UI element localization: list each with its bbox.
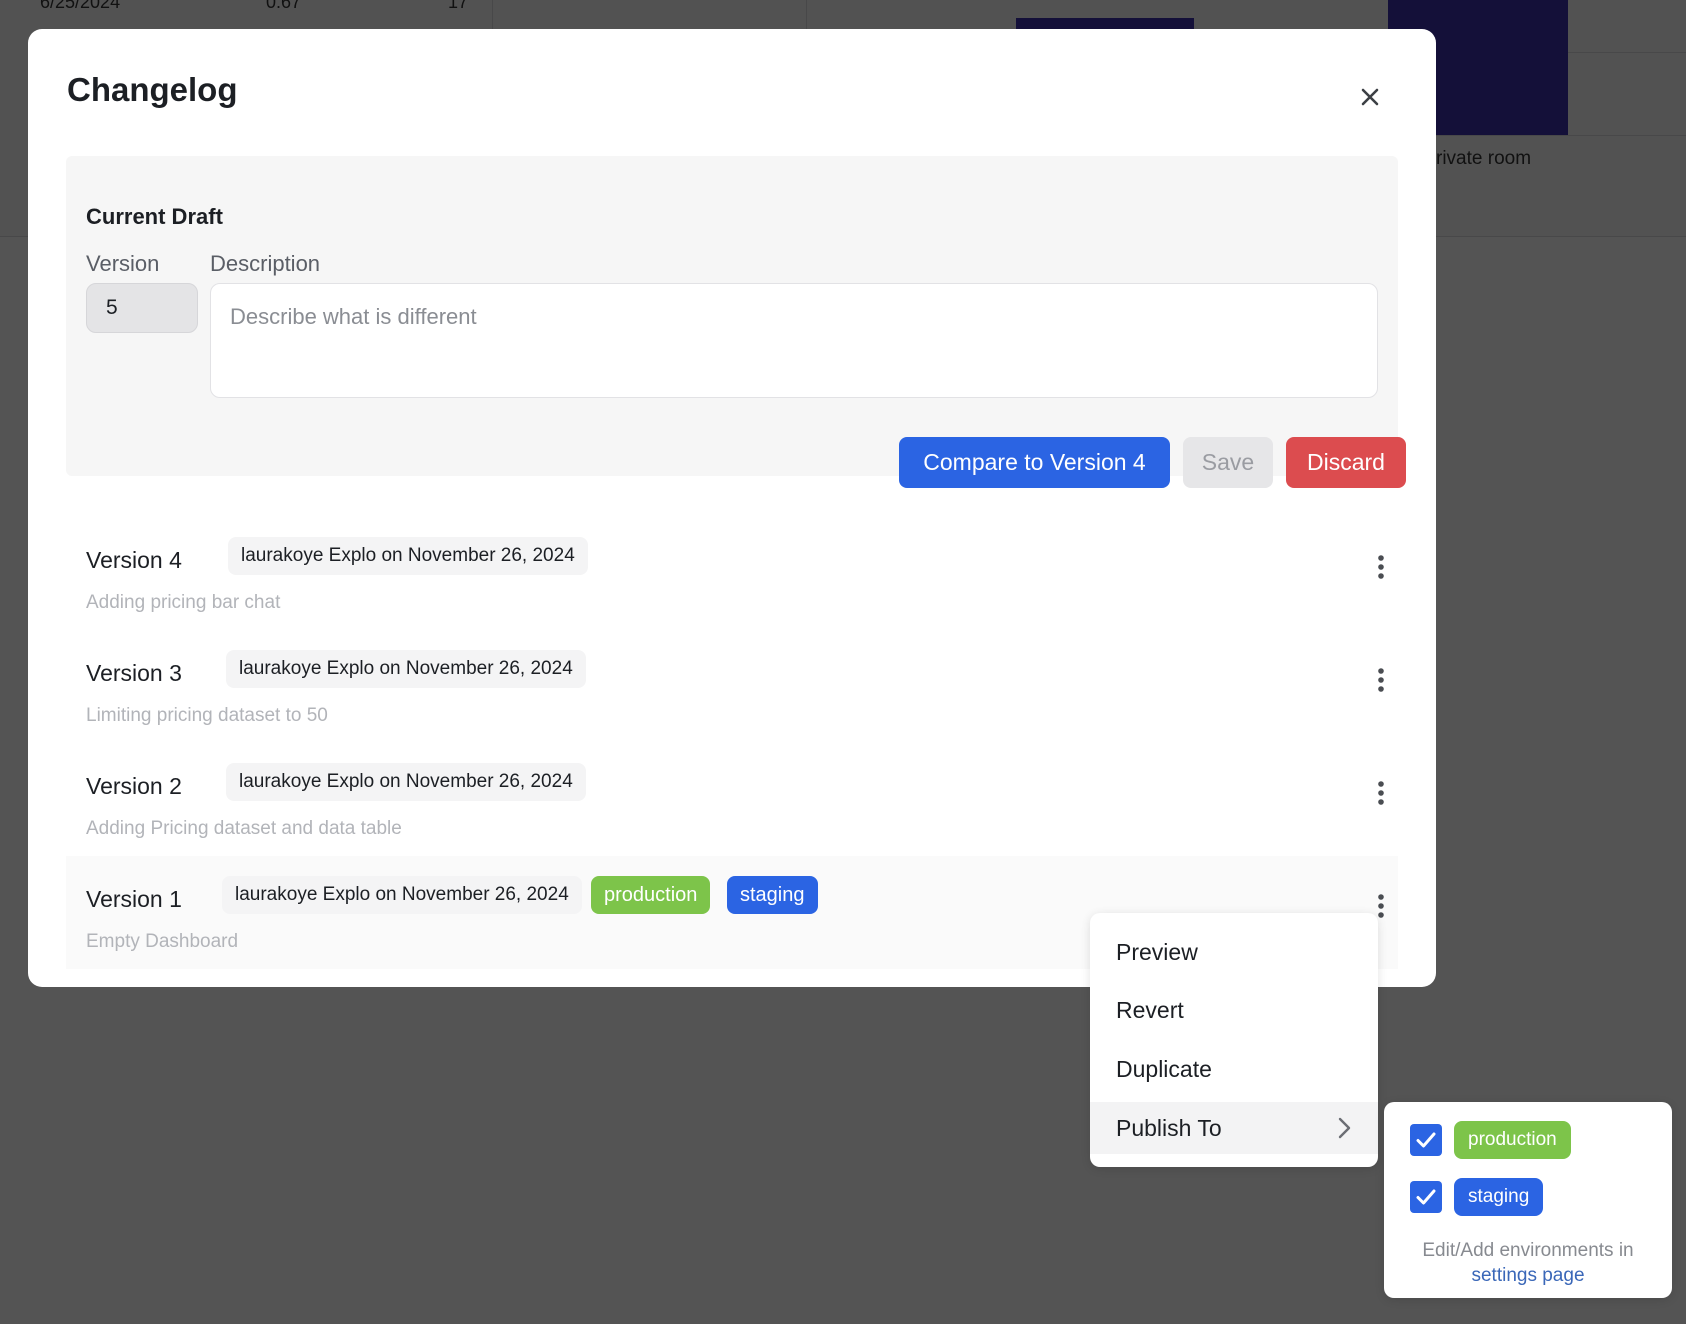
environments-help: Edit/Add environments in settings page (1384, 1238, 1672, 1288)
staging-badge: staging (727, 876, 818, 914)
background-chart-bar (1016, 18, 1194, 29)
environments-help-text: Edit/Add environments in (1422, 1240, 1634, 1261)
background-cell: 17 (448, 0, 469, 12)
menu-item-revert[interactable]: Revert (1090, 984, 1378, 1036)
draft-heading: Current Draft (86, 204, 223, 229)
current-draft-panel: Current Draft Version Description Compar… (66, 156, 1406, 488)
author-chip: laurakoye Explo on November 26, 2024 (222, 876, 582, 914)
version-description: Empty Dashboard (86, 931, 239, 952)
menu-item-label: Publish To (1116, 1114, 1222, 1141)
more-vertical-icon (1378, 555, 1384, 579)
more-vertical-icon (1378, 894, 1384, 918)
version-row: Version 2 laurakoye Explo on November 26… (66, 743, 1398, 856)
description-label: Description (210, 251, 321, 276)
staging-badge: staging (1454, 1178, 1544, 1216)
menu-item-duplicate[interactable]: Duplicate (1090, 1043, 1378, 1095)
close-button[interactable] (1350, 77, 1390, 117)
version-menu-button[interactable] (1368, 662, 1394, 698)
production-badge: production (591, 876, 711, 914)
compare-button[interactable]: Compare to Version 4 (899, 437, 1170, 488)
version-menu-button[interactable] (1368, 549, 1394, 585)
version-row: Version 3 laurakoye Explo on November 26… (66, 630, 1398, 743)
author-chip: laurakoye Explo on November 26, 2024 (226, 763, 586, 801)
discard-button[interactable]: Discard (1286, 437, 1406, 488)
production-checkbox[interactable] (1410, 1124, 1442, 1156)
checkmark-icon (1416, 1132, 1436, 1148)
version-context-menu: Preview Revert Duplicate Publish To (1090, 913, 1378, 1167)
changelog-modal: Changelog Current Draft Version Descript… (28, 29, 1436, 987)
staging-checkbox[interactable] (1410, 1181, 1442, 1213)
version-description: Adding pricing bar chat (86, 592, 281, 613)
version-name: Version 4 (86, 547, 182, 573)
version-menu-button[interactable] (1368, 775, 1394, 811)
modal-title: Changelog (67, 71, 238, 108)
author-chip: laurakoye Explo on November 26, 2024 (228, 537, 588, 575)
version-description: Limiting pricing dataset to 50 (86, 705, 328, 726)
version-name: Version 3 (86, 660, 182, 686)
chevron-right-icon (1338, 1117, 1351, 1139)
more-vertical-icon (1378, 781, 1384, 805)
close-icon (1361, 88, 1379, 106)
version-label: Version (86, 251, 160, 276)
save-button[interactable]: Save (1183, 437, 1273, 488)
settings-page-link[interactable]: settings page (1384, 1263, 1672, 1288)
author-chip: laurakoye Explo on November 26, 2024 (226, 650, 586, 688)
version-name: Version 2 (86, 773, 182, 799)
menu-item-preview[interactable]: Preview (1090, 926, 1378, 978)
publish-submenu: production staging Edit/Add environments… (1384, 1102, 1672, 1298)
version-input[interactable] (86, 283, 198, 333)
version-description: Adding Pricing dataset and data table (86, 818, 402, 839)
menu-item-publish-to[interactable]: Publish To (1090, 1102, 1378, 1154)
background-axis-label: rivate room (1436, 148, 1532, 169)
background-cell: 0.67 (266, 0, 302, 12)
background-cell: 6/25/2024 (40, 0, 121, 12)
checkmark-icon (1416, 1189, 1436, 1205)
more-vertical-icon (1378, 668, 1384, 692)
production-badge: production (1454, 1121, 1571, 1159)
description-field[interactable] (210, 283, 1378, 398)
version-row: Version 4 laurakoye Explo on November 26… (66, 517, 1398, 630)
version-name: Version 1 (86, 886, 182, 912)
